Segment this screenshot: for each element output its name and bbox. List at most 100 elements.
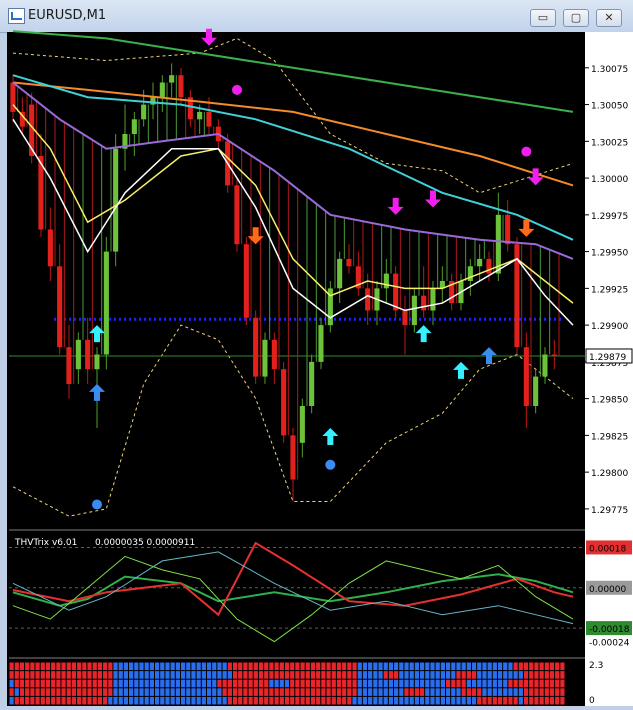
candle-body bbox=[421, 295, 427, 311]
heatmap-cell bbox=[61, 696, 66, 705]
heatmap-cell bbox=[123, 688, 129, 696]
heatmap-cell bbox=[523, 662, 529, 671]
heatmap-cell bbox=[394, 662, 399, 671]
heatmap-cell bbox=[331, 679, 336, 688]
heatmap-cell bbox=[123, 671, 129, 679]
heatmap-cell bbox=[222, 679, 227, 688]
heatmap-cell bbox=[217, 679, 222, 688]
heatmap-cell bbox=[108, 688, 113, 696]
heatmap-cell bbox=[123, 662, 129, 671]
heatmap-cell bbox=[191, 679, 196, 688]
heatmap-cell bbox=[279, 662, 284, 671]
heatmap-cell bbox=[165, 662, 170, 671]
heatmap-cell bbox=[180, 671, 186, 679]
heatmap-cell bbox=[212, 662, 217, 671]
heatmap-cell bbox=[466, 696, 471, 705]
heatmap-cell bbox=[544, 662, 549, 671]
heatmap-cell bbox=[201, 688, 206, 696]
heatmap-cell bbox=[461, 662, 466, 671]
heatmap-cell bbox=[40, 679, 45, 688]
heatmap-cell bbox=[305, 679, 310, 688]
heatmap-cell bbox=[357, 662, 362, 671]
heatmap-cell bbox=[477, 696, 482, 705]
heatmap-cell bbox=[414, 662, 420, 671]
heatmap-cell bbox=[217, 662, 222, 671]
heatmap-cell bbox=[560, 679, 565, 688]
heatmap-cell bbox=[92, 679, 97, 688]
heatmap-cell bbox=[451, 688, 456, 696]
heatmap-cell bbox=[149, 688, 154, 696]
heatmap-cell bbox=[25, 679, 30, 688]
heatmap-cell bbox=[19, 671, 25, 679]
heatmap-cell bbox=[139, 688, 144, 696]
heatmap-cell bbox=[108, 696, 113, 705]
heatmap-cell bbox=[440, 696, 445, 705]
heatmap-cell bbox=[66, 679, 71, 688]
heatmap-cell bbox=[290, 679, 295, 688]
candle-body bbox=[178, 75, 184, 98]
candle-body bbox=[505, 214, 511, 245]
heatmap-cell bbox=[269, 696, 274, 705]
heatmap-cell bbox=[399, 662, 404, 671]
heatmap-cell bbox=[544, 671, 549, 679]
heatmap-cell bbox=[404, 679, 409, 688]
heatmap-cell bbox=[487, 679, 492, 688]
candle-body bbox=[47, 229, 53, 267]
heatmap-cell bbox=[518, 679, 523, 688]
heatmap-cell bbox=[149, 662, 154, 671]
heatmap-cell bbox=[357, 671, 362, 679]
heatmap-cell bbox=[560, 696, 565, 705]
heatmap-cell bbox=[420, 671, 425, 679]
heatmap-cell bbox=[352, 671, 357, 679]
candle-body bbox=[253, 317, 259, 377]
heatmap-cell bbox=[45, 688, 51, 696]
heatmap-cell bbox=[316, 662, 321, 671]
heatmap-cell bbox=[425, 696, 430, 705]
heatmap-cell bbox=[305, 688, 310, 696]
chart-canvas[interactable]: 1.30075 1.30050 1.30025 1.30000 1.29975 1.299… bbox=[0, 0, 633, 710]
heatmap-cell bbox=[30, 679, 35, 688]
heatmap-cell bbox=[51, 679, 56, 688]
heatmap-cell bbox=[264, 696, 269, 705]
heatmap-cell bbox=[274, 679, 279, 688]
heatmap-cell bbox=[326, 662, 331, 671]
candle-body bbox=[542, 354, 548, 377]
heatmap-cell bbox=[87, 696, 92, 705]
heatmap-cell bbox=[264, 688, 269, 696]
heatmap-cell bbox=[461, 688, 466, 696]
heatmap-cell bbox=[368, 688, 373, 696]
heatmap-cell bbox=[461, 696, 466, 705]
heatmap-cell bbox=[300, 679, 305, 688]
heatmap-cell bbox=[321, 688, 326, 696]
heatmap-tick-label: 2.3 bbox=[589, 661, 603, 671]
heatmap-cell bbox=[466, 688, 471, 696]
heatmap-cell bbox=[388, 662, 394, 671]
heatmap-cell bbox=[19, 696, 25, 705]
price-tick-label: 1.29825 bbox=[591, 432, 628, 442]
candle-body bbox=[85, 339, 91, 370]
signal-dot bbox=[232, 84, 242, 95]
heatmap-cell bbox=[258, 671, 264, 679]
heatmap-cell bbox=[487, 662, 492, 671]
heatmap-cell bbox=[35, 671, 40, 679]
heatmap-cell bbox=[555, 662, 560, 671]
heatmap-cell bbox=[347, 662, 352, 671]
heatmap-cell bbox=[440, 662, 445, 671]
heatmap-cell bbox=[97, 671, 103, 679]
heatmap-cell bbox=[388, 671, 394, 679]
heatmap-cell bbox=[284, 696, 290, 705]
heatmap-cell bbox=[71, 688, 77, 696]
heatmap-cell bbox=[269, 671, 274, 679]
heatmap-cell bbox=[144, 679, 149, 688]
heatmap-cell bbox=[87, 671, 92, 679]
heatmap-cell bbox=[336, 662, 342, 671]
heatmap-cell bbox=[466, 662, 471, 671]
heatmap-cell bbox=[87, 688, 92, 696]
heatmap-cell bbox=[445, 688, 451, 696]
heatmap-cell bbox=[492, 696, 497, 705]
heatmap-cell bbox=[118, 696, 123, 705]
heatmap-cell bbox=[212, 679, 217, 688]
heatmap-cell bbox=[295, 662, 300, 671]
heatmap-cell bbox=[160, 671, 165, 679]
heatmap-cell bbox=[534, 688, 539, 696]
